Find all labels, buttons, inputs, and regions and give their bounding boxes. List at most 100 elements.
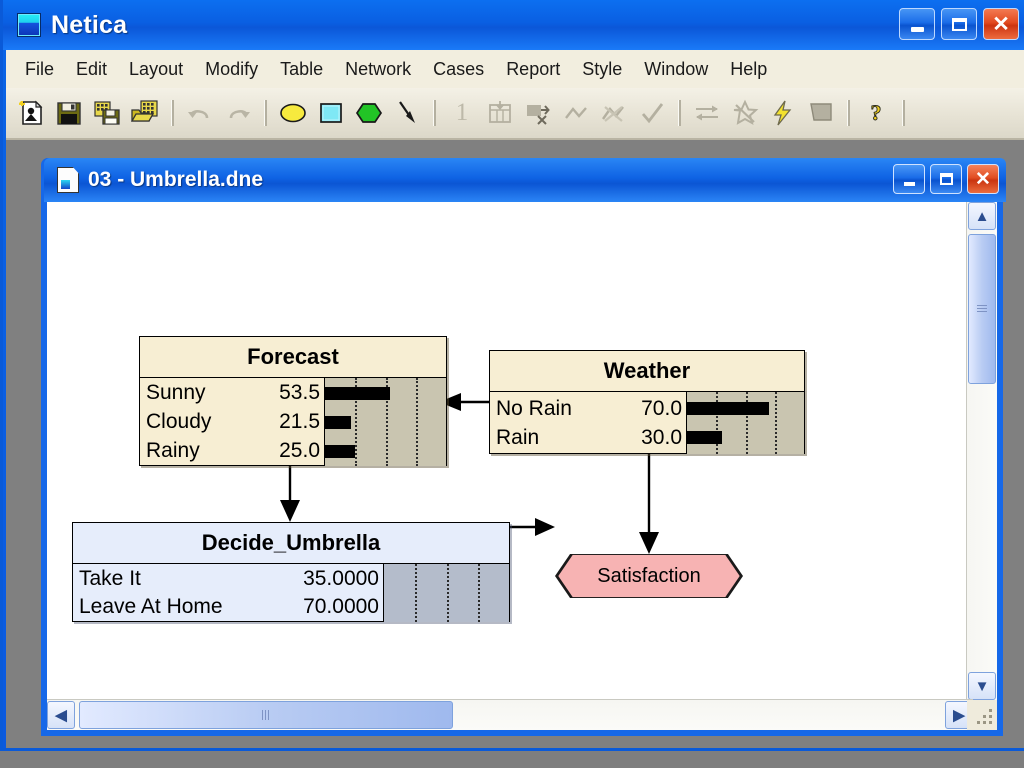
application-window: Netica ✕ File Edit Layout Modify Table N… xyxy=(0,0,1024,751)
minimize-button[interactable] xyxy=(899,8,935,40)
toolbar-separator xyxy=(264,100,267,126)
app-titlebar[interactable]: Netica ✕ xyxy=(3,0,1024,50)
state-label: Cloudy xyxy=(146,410,212,433)
node-weather[interactable]: Weather No Rain 70.0 Rain 30.0 xyxy=(489,350,805,454)
state-label: No Rain xyxy=(496,396,572,420)
toolbar-separator xyxy=(171,100,174,126)
node-forecast[interactable]: Forecast Sunny 53.5 Cloudy 21.5 Rainy 25… xyxy=(139,336,447,466)
chevron-right-icon: ▶ xyxy=(953,706,965,724)
state-row[interactable]: No Rain 70.0 xyxy=(490,394,686,423)
menu-item-report[interactable]: Report xyxy=(495,56,571,83)
state-value: 25.0 xyxy=(279,438,320,462)
node-satisfaction[interactable]: Satisfaction xyxy=(555,554,743,598)
doc-minimize-button[interactable] xyxy=(893,164,925,194)
retract-all-icon xyxy=(595,94,633,132)
scroll-up-button[interactable]: ▲ xyxy=(968,202,996,230)
menu-item-network[interactable]: Network xyxy=(334,56,422,83)
scroll-left-button[interactable]: ◀ xyxy=(47,701,75,729)
doc-minimize-icon xyxy=(903,181,915,186)
swap-icon xyxy=(688,94,726,132)
undo-icon xyxy=(181,94,219,132)
open-icon[interactable] xyxy=(126,94,164,132)
node-weather-title: Weather xyxy=(490,351,804,392)
document-window-controls: ✕ xyxy=(893,164,999,194)
toolbar-separator xyxy=(433,100,436,126)
state-row[interactable]: Take It 35.0000 xyxy=(73,565,383,593)
document-title: 03 - Umbrella.dne xyxy=(88,168,264,191)
redo-icon xyxy=(219,94,257,132)
menu-item-help[interactable]: Help xyxy=(719,56,778,83)
doc-close-button[interactable]: ✕ xyxy=(967,164,999,194)
chevron-left-icon: ◀ xyxy=(55,706,67,724)
retract-icon xyxy=(557,94,595,132)
document-titlebar[interactable]: 03 - Umbrella.dne ✕ xyxy=(44,158,1006,202)
vertical-scroll-thumb[interactable] xyxy=(968,234,996,384)
absorb-icon xyxy=(726,94,764,132)
horizontal-scrollbar[interactable]: ◀ ▶ xyxy=(47,699,973,730)
node-decide-umbrella-bars xyxy=(383,564,509,622)
nature-node-icon[interactable] xyxy=(274,94,312,132)
network-canvas[interactable]: Forecast Sunny 53.5 Cloudy 21.5 Rainy 25… xyxy=(47,202,973,700)
scroll-grip-icon xyxy=(977,304,987,314)
menu-item-modify[interactable]: Modify xyxy=(194,56,269,83)
scroll-grip-icon xyxy=(261,710,271,720)
node-forecast-belief-bars xyxy=(324,378,446,466)
state-row[interactable]: Rainy 25.0 xyxy=(140,436,324,465)
chevron-up-icon: ▲ xyxy=(974,207,990,225)
mdi-client-area: 03 - Umbrella.dne ✕ Forecast Sunny 53.5 … xyxy=(6,140,1024,748)
state-value: 35.0000 xyxy=(303,567,379,590)
utility-node-icon[interactable] xyxy=(350,94,388,132)
save-all-icon[interactable] xyxy=(88,94,126,132)
minimize-icon xyxy=(910,26,924,32)
toolbar-separator xyxy=(902,100,905,126)
belief-bar xyxy=(325,415,351,429)
node-weather-belief-bars xyxy=(686,392,804,454)
shade-icon xyxy=(802,94,840,132)
horizontal-scroll-thumb[interactable] xyxy=(79,701,453,729)
link-tool-icon[interactable] xyxy=(388,94,426,132)
belief-bar xyxy=(325,444,356,458)
belief-bar xyxy=(687,431,723,444)
state-label: Sunny xyxy=(146,381,206,405)
menu-item-table[interactable]: Table xyxy=(269,56,334,83)
menu-item-window[interactable]: Window xyxy=(633,56,719,83)
state-row[interactable]: Leave At Home 70.0000 xyxy=(73,593,383,621)
maximize-button[interactable] xyxy=(941,8,977,40)
lightning-icon[interactable] xyxy=(764,94,802,132)
doc-maximize-button[interactable] xyxy=(930,164,962,194)
window-controls: ✕ xyxy=(899,8,1019,40)
state-value: 70.0 xyxy=(641,396,682,420)
toolbar-separator xyxy=(847,100,850,126)
netica-app-icon xyxy=(17,13,41,37)
maximize-icon xyxy=(951,17,967,31)
close-icon: ✕ xyxy=(992,12,1010,36)
belief-bar xyxy=(325,386,390,400)
state-row[interactable]: Cloudy 21.5 xyxy=(140,408,324,437)
help-icon[interactable]: ? xyxy=(857,94,895,132)
menu-item-style[interactable]: Style xyxy=(571,56,633,83)
toolbar-separator xyxy=(678,100,681,126)
doc-maximize-icon xyxy=(939,173,953,185)
new-network-icon[interactable] xyxy=(12,94,50,132)
state-row[interactable]: Sunny 53.5 xyxy=(140,379,324,408)
menu-item-layout[interactable]: Layout xyxy=(118,56,194,83)
node-satisfaction-label: Satisfaction xyxy=(597,564,701,587)
doc-close-icon: ✕ xyxy=(975,168,991,190)
vertical-scrollbar[interactable]: ▲ ▼ xyxy=(966,202,997,700)
close-button[interactable]: ✕ xyxy=(983,8,1019,40)
menu-item-cases[interactable]: Cases xyxy=(422,56,495,83)
decision-node-icon[interactable] xyxy=(312,94,350,132)
menu-item-edit[interactable]: Edit xyxy=(65,56,118,83)
node-forecast-title: Forecast xyxy=(140,337,446,378)
state-row[interactable]: Rain 30.0 xyxy=(490,423,686,452)
one-level-icon: 1 xyxy=(455,99,469,126)
document-icon xyxy=(57,167,79,193)
state-value: 21.5 xyxy=(279,410,320,433)
resize-grip[interactable] xyxy=(967,700,997,730)
menubar: File Edit Layout Modify Table Network Ca… xyxy=(6,50,1024,89)
save-icon[interactable] xyxy=(50,94,88,132)
state-label: Take It xyxy=(79,567,141,590)
node-decide-umbrella[interactable]: Decide_Umbrella Take It 35.0000 Leave At… xyxy=(72,522,510,622)
scroll-down-button[interactable]: ▼ xyxy=(968,672,996,700)
menu-item-file[interactable]: File xyxy=(14,56,65,83)
